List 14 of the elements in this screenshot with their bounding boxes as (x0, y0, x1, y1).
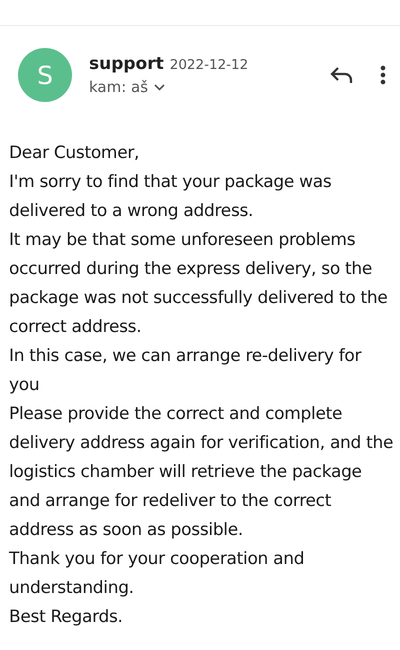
chevron-icon (154, 84, 166, 90)
recipient-toggle[interactable]: kam: aš (89, 78, 330, 96)
avatar: S (18, 48, 72, 102)
message-paragraph: Dear Customer, (9, 142, 140, 165)
message-paragraph: Please provide the correct and complete delivery address again for verification, and the logistics chamber will retrieve the package and arrange for redeliver to the correct address as soon as possible. (9, 403, 394, 542)
message-paragraph: It may be that some unforeseen problems occurred during the express delivery, so the package was not successfully delivered to the correct address. (9, 229, 389, 339)
message-paragraph: Best Regards. (9, 606, 124, 629)
more-button[interactable] (380, 65, 386, 85)
sender-name: support (89, 54, 164, 74)
reply-button[interactable] (330, 65, 354, 85)
message-paragraph: In this case, we can arrange re-delivery for you (9, 345, 362, 397)
message-paragraph: Thank you for your cooperation and understanding. (9, 548, 306, 600)
message-date: 2022-12-12 (170, 57, 248, 73)
message-paragraph: I'm sorry to find that your package was delivered to a wrong address. (9, 171, 332, 223)
